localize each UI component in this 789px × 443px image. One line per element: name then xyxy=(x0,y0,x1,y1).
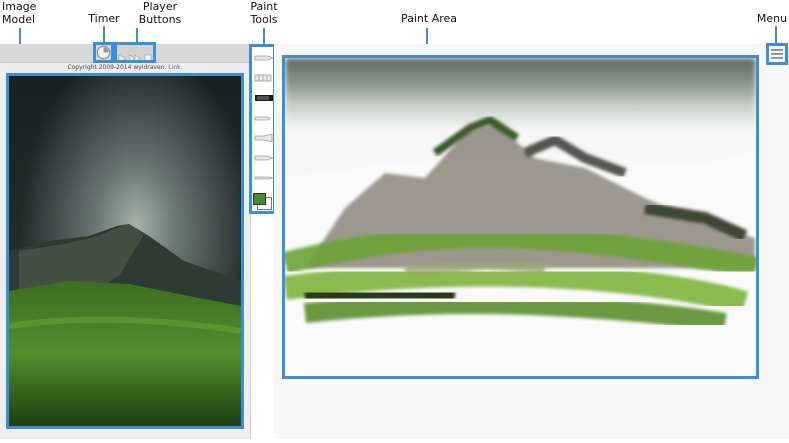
paint-area-highlight xyxy=(282,55,759,379)
callout-timer: Timer xyxy=(88,12,120,25)
callout-image-model: Image Model xyxy=(2,0,37,26)
timer-highlight xyxy=(93,42,114,63)
leader-paint-tools xyxy=(263,28,265,44)
player-buttons-highlight xyxy=(114,42,156,63)
paint-tools-highlight xyxy=(249,44,276,214)
callout-paint-area: Paint Area xyxy=(400,12,458,25)
copyright-link[interactable]: Link. xyxy=(168,64,182,71)
menu-highlight xyxy=(766,43,788,65)
callout-player-buttons: Player Buttons xyxy=(138,0,182,26)
leader-menu xyxy=(775,26,777,44)
copyright-text: Copyright 2009-2014 wyldraven. Link. xyxy=(0,64,250,71)
callout-menu: Menu xyxy=(756,12,788,25)
copyright-label: Copyright 2009-2014 wyldraven. xyxy=(67,64,167,71)
callout-paint-tools: Paint Tools xyxy=(250,0,278,26)
image-model-highlight xyxy=(6,73,244,429)
